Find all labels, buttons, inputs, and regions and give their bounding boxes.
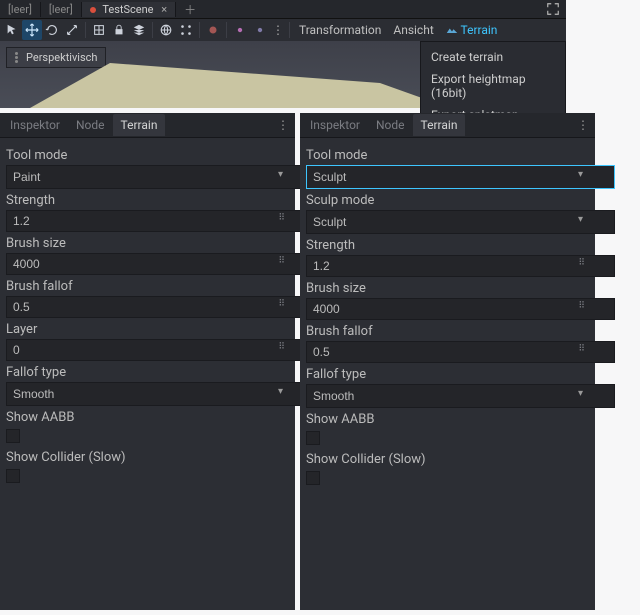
tool-mode-select[interactable]	[6, 165, 315, 189]
fallof-type-select[interactable]	[6, 382, 315, 406]
brush-size-input[interactable]	[306, 298, 615, 320]
menu-item-export-heightmap[interactable]: Export heightmap (16bit)	[421, 68, 565, 104]
tab-inspektor[interactable]: Inspektor	[2, 114, 68, 136]
label-strength: Strength	[6, 193, 289, 208]
snap-icon[interactable]	[89, 20, 109, 40]
left-panel-tabs: Inspektor Node Terrain ⋮	[0, 113, 295, 138]
unsaved-dot-icon	[90, 7, 96, 13]
right-panel: Inspektor Node Terrain ⋮ Tool mode Sculp…	[300, 113, 595, 610]
tab-terrain[interactable]: Terrain	[113, 114, 166, 136]
tab-inspektor[interactable]: Inspektor	[302, 114, 368, 136]
label-layer: Layer	[6, 322, 289, 337]
menu-ansicht[interactable]: Ansicht	[387, 23, 439, 37]
menu-terrain[interactable]: Terrain	[440, 23, 504, 37]
layers-icon[interactable]	[129, 20, 149, 40]
tab-node[interactable]: Node	[68, 114, 113, 136]
left-panel: Inspektor Node Terrain ⋮ Tool mode Stren…	[0, 113, 295, 610]
scene-tab[interactable]: [leer]	[0, 2, 41, 17]
label-fallof-type: Fallof type	[6, 365, 289, 380]
scale-tool-icon[interactable]	[62, 20, 82, 40]
label-show-collider: Show Collider (Slow)	[306, 452, 589, 467]
lock-icon[interactable]	[109, 20, 129, 40]
tool-mode-select[interactable]	[306, 165, 615, 189]
right-panel-tabs: Inspektor Node Terrain ⋮	[300, 113, 595, 138]
terrain-mesh-icon	[30, 58, 450, 108]
move-tool-icon[interactable]	[22, 20, 42, 40]
layer-input[interactable]	[6, 339, 315, 361]
label-brush-size: Brush size	[6, 236, 289, 251]
gizmo-color2-icon[interactable]	[250, 20, 270, 40]
label-fallof-type: Fallof type	[306, 367, 589, 382]
strength-input[interactable]	[306, 255, 615, 277]
scene-tab-bar: [leer] [leer] TestScene × ＋	[0, 0, 566, 19]
brush-fallof-input[interactable]	[6, 296, 315, 318]
label-show-collider: Show Collider (Slow)	[6, 450, 289, 465]
label-tool-mode: Tool mode	[6, 148, 289, 163]
strength-input[interactable]	[6, 210, 315, 232]
scene-tab[interactable]: [leer]	[41, 2, 82, 17]
scene-tab-active[interactable]: TestScene ×	[82, 2, 176, 17]
menu-transformation[interactable]: Transformation	[293, 23, 387, 37]
label-brush-fallof: Brush fallof	[306, 324, 589, 339]
label-sculp-mode: Sculp mode	[306, 193, 589, 208]
panel-more-icon[interactable]: ⋮	[571, 118, 595, 132]
scene-tab-label: TestScene	[102, 3, 153, 16]
show-aabb-checkbox[interactable]	[6, 429, 20, 443]
snap-grid-icon[interactable]	[176, 20, 196, 40]
fallof-type-select[interactable]	[306, 384, 615, 408]
globe-icon[interactable]	[156, 20, 176, 40]
menu-terrain-label: Terrain	[461, 23, 498, 37]
brush-fallof-input[interactable]	[306, 341, 615, 363]
panel-more-icon[interactable]: ⋮	[271, 118, 295, 132]
tab-node[interactable]: Node	[368, 114, 413, 136]
toolbar: ⋮ Transformation Ansicht Terrain	[0, 19, 566, 42]
label-brush-size: Brush size	[306, 281, 589, 296]
show-collider-checkbox[interactable]	[306, 471, 320, 485]
more-icon[interactable]: ⋮	[270, 23, 286, 37]
gizmo-color1-icon[interactable]	[230, 20, 250, 40]
label-strength: Strength	[306, 238, 589, 253]
sculp-mode-select[interactable]	[306, 210, 615, 234]
label-show-aabb: Show AABB	[6, 410, 289, 425]
fullscreen-icon[interactable]	[540, 2, 566, 16]
show-collider-checkbox[interactable]	[6, 469, 20, 483]
cursor-tool-icon[interactable]	[2, 20, 22, 40]
label-brush-fallof: Brush fallof	[6, 279, 289, 294]
menu-item-create-terrain[interactable]: Create terrain	[421, 46, 565, 68]
add-tab-button[interactable]: ＋	[176, 0, 204, 19]
rotate-tool-icon[interactable]	[42, 20, 62, 40]
gizmo-red-icon[interactable]	[203, 20, 223, 40]
show-aabb-checkbox[interactable]	[306, 431, 320, 445]
label-show-aabb: Show AABB	[306, 412, 589, 427]
label-tool-mode: Tool mode	[306, 148, 589, 163]
brush-size-input[interactable]	[6, 253, 315, 275]
tab-terrain[interactable]: Terrain	[413, 114, 466, 136]
editor-window: [leer] [leer] TestScene × ＋ ⋮	[0, 0, 566, 108]
close-icon[interactable]: ×	[161, 3, 167, 16]
